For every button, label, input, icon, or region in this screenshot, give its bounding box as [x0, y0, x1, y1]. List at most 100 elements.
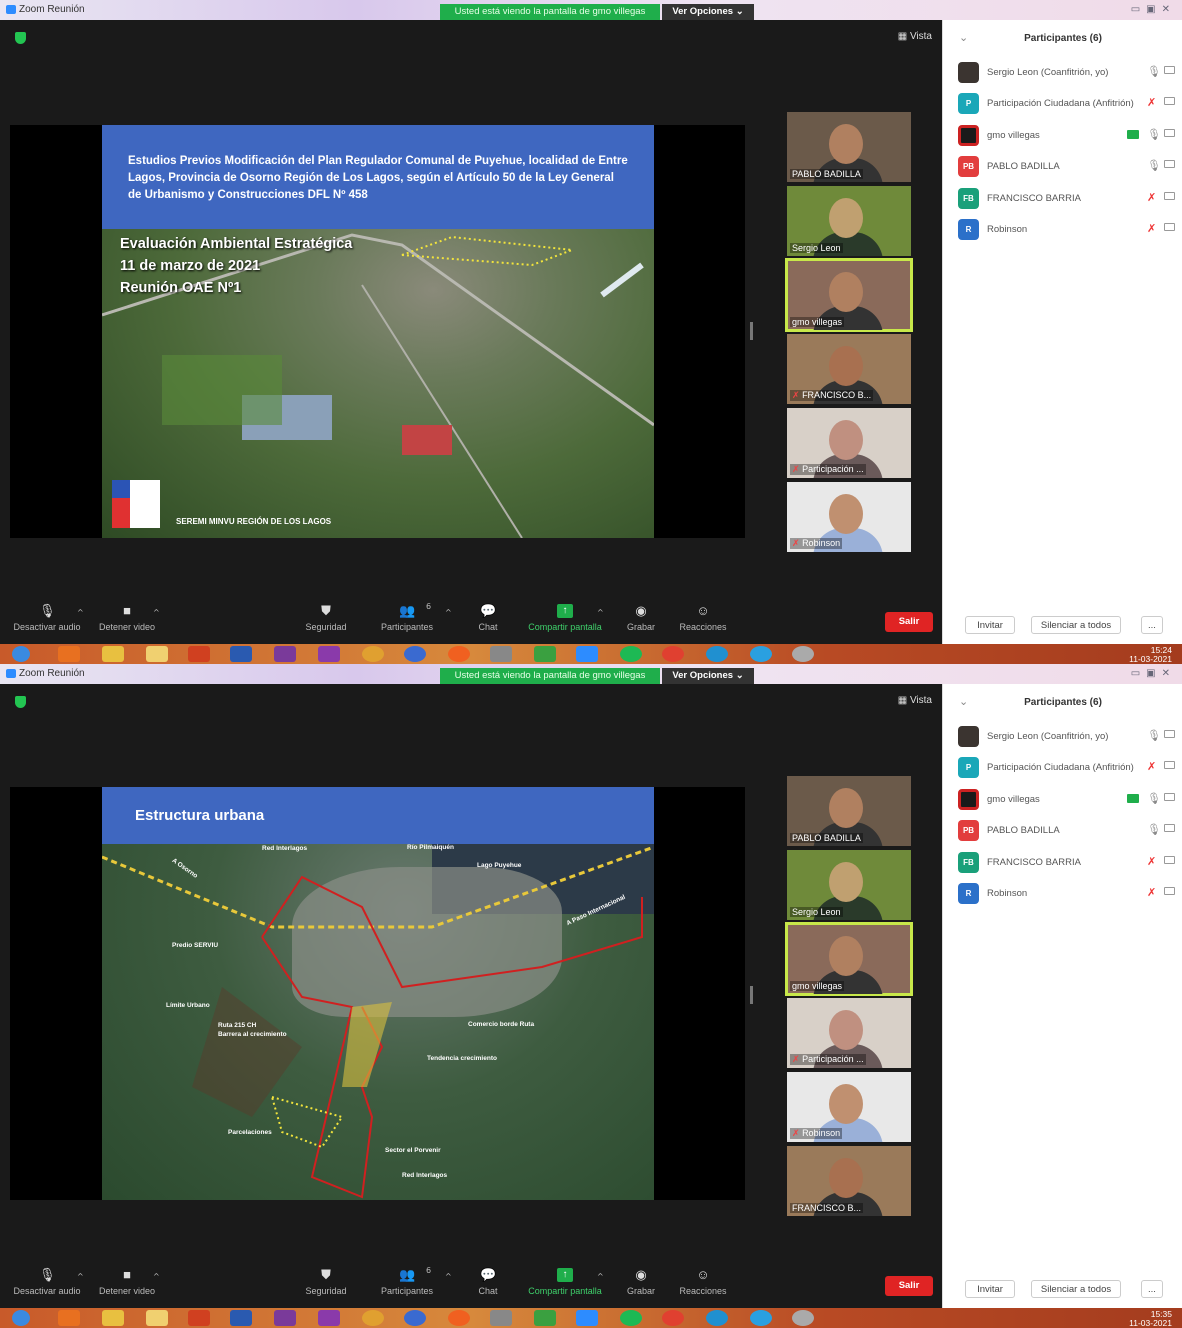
taskbar-app[interactable]	[534, 1310, 556, 1326]
taskbar-app[interactable]	[58, 1310, 80, 1326]
taskbar-app[interactable]	[362, 1310, 384, 1326]
splitter-handle[interactable]	[750, 986, 753, 1004]
mute-button[interactable]: 🎙 Desactivar audio	[7, 1264, 87, 1297]
share-screen-button[interactable]: ↑ Compartir pantalla	[525, 1264, 605, 1296]
participant-row[interactable]: PB PABLO BADILLA 🎙	[943, 820, 1182, 844]
video-camera-icon[interactable]	[1164, 856, 1175, 864]
video-camera-icon[interactable]	[1164, 887, 1175, 895]
mic-muted-icon[interactable]: ✗	[1147, 96, 1156, 109]
taskbar-app[interactable]	[188, 646, 210, 662]
video-tile[interactable]: Sergio Leon	[787, 850, 911, 920]
taskbar-app[interactable]	[448, 1310, 470, 1326]
video-tile[interactable]: ✗ FRANCISCO B...	[787, 334, 911, 404]
microphone-icon[interactable]: 🎙	[1147, 729, 1161, 742]
leave-button[interactable]: Salir	[885, 1276, 933, 1296]
start-button[interactable]	[12, 1310, 30, 1326]
system-clock[interactable]: 15:35 11-03-2021	[1129, 1310, 1172, 1328]
video-camera-icon[interactable]	[1164, 192, 1175, 200]
mic-muted-icon[interactable]: ✗	[1147, 222, 1156, 235]
reactions-button[interactable]: ☺ Reacciones	[663, 600, 743, 633]
video-tile[interactable]: ✗ Participación ...	[787, 408, 911, 478]
taskbar-app[interactable]	[274, 1310, 296, 1326]
participant-row[interactable]: Sergio Leon (Coanfitrión, yo) 🎙	[943, 726, 1182, 750]
taskbar-app[interactable]	[750, 1310, 772, 1326]
video-camera-icon[interactable]	[1164, 793, 1175, 801]
mute-all-button[interactable]: Silenciar a todos	[1031, 616, 1121, 634]
taskbar-app[interactable]	[576, 1310, 598, 1326]
microphone-icon[interactable]: 🎙	[1147, 792, 1161, 805]
participants-button[interactable]: 👥 Participantes	[367, 1264, 447, 1297]
video-camera-icon[interactable]	[1164, 66, 1175, 74]
view-options-button[interactable]: Ver Opciones ⌄	[662, 668, 754, 684]
taskbar-app[interactable]	[102, 1310, 124, 1326]
view-options-button[interactable]: Ver Opciones ⌄	[662, 4, 754, 20]
video-tile-active[interactable]: gmo villegas	[785, 922, 913, 996]
participant-row[interactable]: FB FRANCISCO BARRIA ✗	[943, 188, 1182, 212]
participant-row[interactable]: P Participación Ciudadana (Anfitrión) ✗	[943, 757, 1182, 781]
taskbar-app[interactable]	[188, 1310, 210, 1326]
taskbar-app[interactable]	[318, 646, 340, 662]
video-tile[interactable]: Sergio Leon	[787, 186, 911, 256]
taskbar-app[interactable]	[750, 646, 772, 662]
participant-row[interactable]: PB PABLO BADILLA 🎙	[943, 156, 1182, 180]
video-camera-icon[interactable]	[1164, 160, 1175, 168]
taskbar-app[interactable]	[706, 1310, 728, 1326]
start-button[interactable]	[12, 646, 30, 662]
more-button[interactable]: ...	[1141, 1280, 1163, 1298]
more-button[interactable]: ...	[1141, 616, 1163, 634]
video-camera-icon[interactable]	[1164, 730, 1175, 738]
taskbar-app[interactable]	[706, 646, 728, 662]
video-tile[interactable]: PABLO BADILLA	[787, 112, 911, 182]
mic-muted-icon[interactable]: ✗	[1147, 886, 1156, 899]
shield-icon[interactable]	[15, 32, 26, 44]
video-camera-icon[interactable]	[1164, 223, 1175, 231]
mute-all-button[interactable]: Silenciar a todos	[1031, 1280, 1121, 1298]
taskbar-app[interactable]	[102, 646, 124, 662]
video-tile[interactable]: ✗ Robinson	[787, 482, 911, 552]
participants-button[interactable]: 👥 Participantes	[367, 600, 447, 633]
audio-options-caret[interactable]: ^	[77, 1272, 84, 1281]
invite-button[interactable]: Invitar	[965, 616, 1015, 634]
mic-muted-icon[interactable]: ✗	[1147, 191, 1156, 204]
participant-row[interactable]: gmo villegas 🎙	[943, 125, 1182, 149]
video-tile[interactable]: ✗ Robinson	[787, 1072, 911, 1142]
taskbar-app[interactable]	[662, 646, 684, 662]
view-button[interactable]: ▦ Vista	[898, 31, 932, 42]
taskbar-app[interactable]	[318, 1310, 340, 1326]
security-button[interactable]: ⛊ Seguridad	[286, 600, 366, 633]
mic-muted-icon[interactable]: ✗	[1147, 855, 1156, 868]
taskbar-app[interactable]	[620, 1310, 642, 1326]
taskbar-app[interactable]	[58, 646, 80, 662]
video-camera-icon[interactable]	[1164, 761, 1175, 769]
reactions-button[interactable]: ☺ Reacciones	[663, 1264, 743, 1297]
participant-row[interactable]: R Robinson ✗	[943, 219, 1182, 243]
participant-row[interactable]: gmo villegas 🎙	[943, 789, 1182, 813]
taskbar-app[interactable]	[404, 1310, 426, 1326]
system-clock[interactable]: 15:24 11-03-2021	[1129, 646, 1172, 664]
video-options-caret[interactable]: ^	[153, 608, 160, 617]
taskbar-app[interactable]	[146, 646, 168, 662]
video-camera-icon[interactable]	[1164, 824, 1175, 832]
taskbar-app[interactable]	[490, 646, 512, 662]
video-tile[interactable]: ✗ Participación ...	[787, 998, 911, 1068]
video-tile-active[interactable]: gmo villegas	[785, 258, 913, 332]
taskbar-app[interactable]	[662, 1310, 684, 1326]
participant-row[interactable]: FB FRANCISCO BARRIA ✗	[943, 852, 1182, 876]
microphone-icon[interactable]: 🎙	[1147, 159, 1161, 172]
video-camera-icon[interactable]	[1164, 97, 1175, 105]
taskbar-app[interactable]	[146, 1310, 168, 1326]
participant-row[interactable]: R Robinson ✗	[943, 883, 1182, 907]
taskbar-app[interactable]	[490, 1310, 512, 1326]
chat-button[interactable]: 💬 Chat	[448, 1264, 528, 1297]
mute-button[interactable]: 🎙 Desactivar audio	[7, 600, 87, 633]
video-tile[interactable]: PABLO BADILLA	[787, 776, 911, 846]
share-screen-button[interactable]: ↑ Compartir pantalla	[525, 600, 605, 632]
video-tile[interactable]: FRANCISCO B...	[787, 1146, 911, 1216]
taskbar-app[interactable]	[362, 646, 384, 662]
window-controls[interactable]: ▭▣✕	[1131, 668, 1176, 679]
audio-options-caret[interactable]: ^	[77, 608, 84, 617]
mic-muted-icon[interactable]: ✗	[1147, 760, 1156, 773]
leave-button[interactable]: Salir	[885, 612, 933, 632]
taskbar-app[interactable]	[230, 646, 252, 662]
video-camera-icon[interactable]	[1164, 129, 1175, 137]
